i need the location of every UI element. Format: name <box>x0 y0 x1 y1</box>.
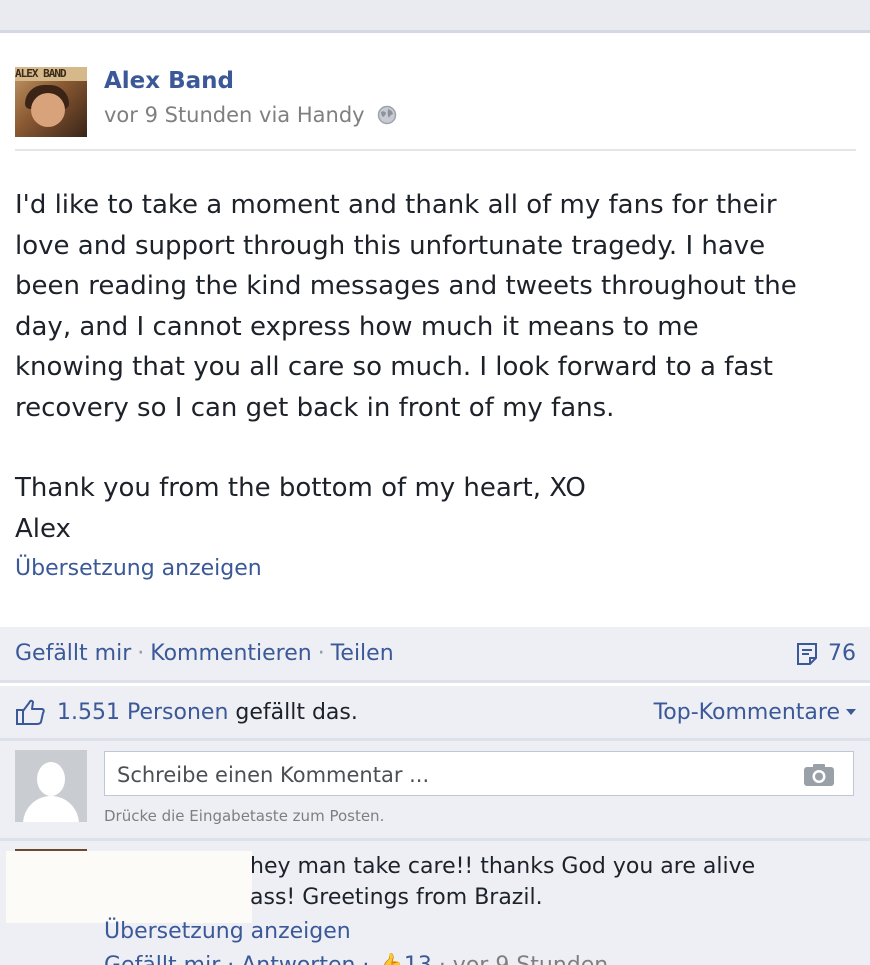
comment-count: 76 <box>828 641 856 666</box>
show-translation-link[interactable]: Übersetzung anzeigen <box>15 556 262 581</box>
likes-count-link[interactable]: 1.551 Personen <box>57 700 228 725</box>
camera-icon[interactable] <box>803 763 835 787</box>
comment-likes-count[interactable]: 13 <box>404 953 432 965</box>
default-avatar <box>15 750 87 822</box>
likes-suffix: gefällt das. <box>235 699 358 725</box>
separator-dot: · <box>137 641 145 666</box>
post-body-line: been reading the kind messages and tweet… <box>15 271 797 301</box>
post-body-line: recovery so I can get back in front of m… <box>15 392 615 423</box>
top-comments-dropdown[interactable]: Top-Kommentare <box>654 700 856 725</box>
top-header-band <box>0 0 870 33</box>
comment-line: hey man take care!! thanks God you are a… <box>250 854 756 879</box>
comment-line: ass! Greetings from Brazil. <box>250 885 543 910</box>
post-action-bar: Gefällt mir · Kommentieren · Teilen 76 <box>0 627 870 683</box>
chevron-down-icon <box>846 709 856 715</box>
comment-actions-links[interactable]: Gefällt mir · Antworten · <box>104 953 376 965</box>
comment-link[interactable]: Kommentieren <box>150 641 311 666</box>
post-signature: Alex <box>15 513 71 544</box>
post-meta: vor 9 Stunden via Handy <box>104 103 397 127</box>
comment-text: hey man take care!! thanks God you are a… <box>250 851 850 913</box>
separator-dot: · <box>317 641 325 666</box>
post-body-line: love and support through this unfortunat… <box>15 230 766 261</box>
author-name-link[interactable]: Alex Band <box>104 68 234 94</box>
top-comments-label: Top-Kommentare <box>653 699 840 725</box>
comment-count-button[interactable]: 76 <box>794 641 856 667</box>
comment-input[interactable] <box>115 758 799 792</box>
comment-item: hey man take care!! thanks God you are a… <box>0 841 870 965</box>
post-timestamp[interactable]: vor 9 Stunden via Handy <box>104 103 365 127</box>
post-closing-line: Thank you from the bottom of my heart, X… <box>15 473 586 503</box>
post-body-line: I'd like to take a moment and thank all … <box>15 190 777 220</box>
post-body-line: day, and I cannot express how much it me… <box>15 311 699 342</box>
comment-composer: Drücke die Eingabetaste zum Posten. <box>0 741 870 841</box>
redaction-block <box>6 851 252 923</box>
globe-icon <box>377 105 396 125</box>
comment-translation-link[interactable]: Übersetzung anzeigen <box>104 919 351 944</box>
likes-summary-row: 1.551 Personen gefällt das. Top-Kommenta… <box>0 686 870 741</box>
thumbs-up-icon <box>16 699 45 725</box>
thumbs-up-icon: 👍 <box>376 953 403 965</box>
comment-bubble-icon <box>797 642 817 665</box>
post-body-line: knowing that you all care so much. I loo… <box>15 352 773 382</box>
like-link[interactable]: Gefällt mir <box>15 641 131 666</box>
comment-time: · vor 9 Stunden <box>432 953 608 965</box>
avatar-band-text: ALEX BAND <box>15 67 87 81</box>
share-link[interactable]: Teilen <box>331 641 394 666</box>
composer-hint: Drücke die Eingabetaste zum Posten. <box>104 807 385 825</box>
comment-actions: Gefällt mir · Antworten · 👍13 · vor 9 St… <box>104 953 608 965</box>
header-divider <box>15 149 856 151</box>
post-body: I'd like to take a moment and thank all … <box>15 185 860 549</box>
comment-input-box[interactable] <box>104 751 854 796</box>
author-avatar[interactable]: ALEX BAND <box>15 67 87 137</box>
